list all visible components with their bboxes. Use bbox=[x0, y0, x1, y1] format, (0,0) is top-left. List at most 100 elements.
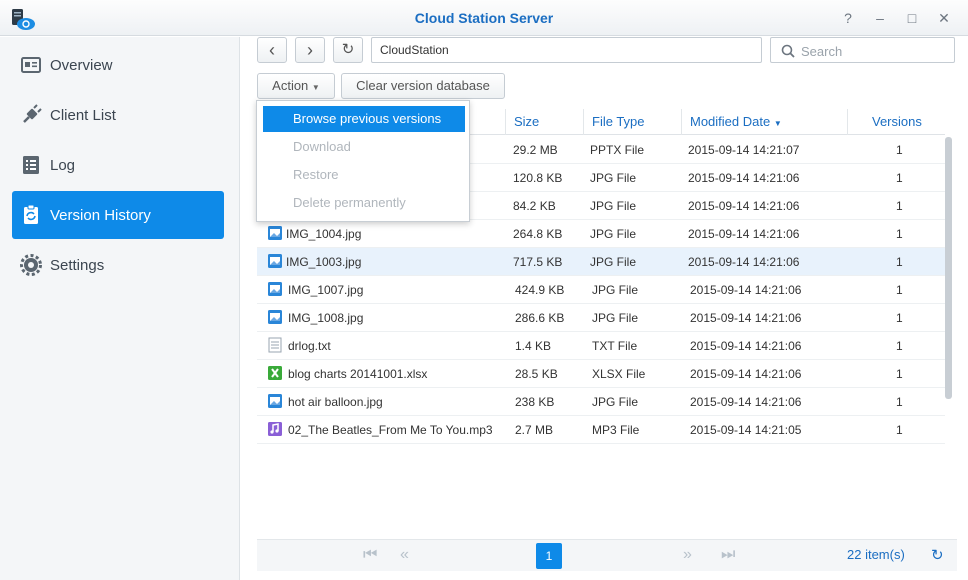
file-type: JPG File bbox=[590, 255, 637, 269]
file-size: 1.4 KB bbox=[515, 339, 552, 353]
modified-date: 2015-09-14 14:21:06 bbox=[690, 311, 802, 325]
version-count: 1 bbox=[896, 255, 903, 269]
sidebar-item-overview[interactable]: Overview bbox=[12, 41, 224, 89]
table-row[interactable]: 02_The Beatles_From Me To You.mp3 2.7 MB M… bbox=[257, 416, 945, 444]
table-row[interactable]: IMG_1007.jpg 424.9 KB JPG File 2015-09-14 1… bbox=[257, 276, 945, 304]
column-modified-date[interactable]: Modified Date ▼ bbox=[681, 109, 847, 135]
back-button[interactable]: ‹ bbox=[257, 37, 287, 63]
version-count: 1 bbox=[896, 423, 903, 437]
last-page-icon[interactable]: ⏭ bbox=[721, 546, 735, 564]
sidebar-item-settings[interactable]: Settings bbox=[12, 241, 224, 289]
file-size: 286.6 KB bbox=[515, 311, 565, 325]
mp3-file-icon bbox=[267, 421, 283, 437]
help-button[interactable]: ? bbox=[838, 8, 858, 28]
file-name: 02_The Beatles_From Me To You.mp3 bbox=[288, 423, 493, 437]
search-icon bbox=[781, 44, 795, 58]
version-count: 1 bbox=[896, 367, 903, 381]
maximize-button[interactable]: □ bbox=[902, 8, 922, 28]
table-row[interactable]: blog charts 20141001.xlsx 28.5 KB XLSX Fil… bbox=[257, 360, 945, 388]
action-button[interactable]: Action ▼ bbox=[257, 73, 335, 99]
sidebar: Overview Client List Log Version History… bbox=[0, 37, 240, 580]
xlsx-file-icon bbox=[267, 365, 283, 381]
modified-date: 2015-09-14 14:21:06 bbox=[690, 367, 802, 381]
menu-item-restore[interactable]: Restore bbox=[263, 162, 465, 188]
version-count: 1 bbox=[896, 227, 903, 241]
version-count: 1 bbox=[896, 199, 903, 213]
version-count: 1 bbox=[896, 339, 903, 353]
clear-version-database-button[interactable]: Clear version database bbox=[341, 73, 505, 99]
action-menu: Browse previous versions Download Restor… bbox=[256, 100, 470, 222]
sidebar-item-version-history[interactable]: Version History bbox=[12, 191, 224, 239]
scrollbar[interactable] bbox=[943, 135, 953, 555]
column-size[interactable]: Size bbox=[505, 109, 583, 135]
jpg-file-icon bbox=[267, 393, 283, 409]
sort-desc-icon: ▼ bbox=[773, 119, 782, 128]
version-count: 1 bbox=[896, 395, 903, 409]
file-size: 424.9 KB bbox=[515, 283, 565, 297]
table-row[interactable]: IMG_1008.jpg 286.6 KB JPG File 2015-09-14 1… bbox=[257, 304, 945, 332]
forward-button[interactable]: › bbox=[295, 37, 325, 63]
search-input[interactable]: Search bbox=[770, 37, 955, 63]
item-count: 22 item(s) bbox=[847, 547, 905, 562]
table-row[interactable]: hot air balloon.jpg 238 KB JPG File 2015-09… bbox=[257, 388, 945, 416]
sidebar-item-label: Version History bbox=[50, 207, 151, 224]
scrollbar-thumb[interactable] bbox=[945, 137, 952, 399]
file-size: 120.8 KB bbox=[513, 171, 563, 185]
file-size: 717.5 KB bbox=[513, 255, 563, 269]
modified-date: 2015-09-14 14:21:07 bbox=[688, 143, 800, 157]
file-size: 29.2 MB bbox=[513, 143, 558, 157]
modified-date: 2015-09-14 14:21:06 bbox=[688, 171, 800, 185]
column-versions[interactable]: Versions bbox=[847, 109, 945, 135]
table-row[interactable]: IMG_1003.jpg 717.5 KB JPG File 2015-09-14 1… bbox=[257, 248, 945, 276]
modified-date: 2015-09-14 14:21:06 bbox=[690, 283, 802, 297]
table-row[interactable]: IMG_1004.jpg 264.8 KB JPG File 2015-09-14 1… bbox=[257, 220, 945, 248]
file-name: IMG_1003.jpg bbox=[286, 255, 362, 269]
gear-icon bbox=[20, 254, 42, 276]
previous-page-icon[interactable]: « bbox=[400, 546, 409, 564]
log-icon bbox=[20, 154, 42, 176]
menu-item-download[interactable]: Download bbox=[263, 134, 465, 160]
next-page-icon[interactable]: » bbox=[683, 546, 692, 564]
sidebar-item-label: Settings bbox=[50, 257, 105, 274]
window-title: Cloud Station Server bbox=[414, 10, 554, 26]
refresh-button[interactable]: ↻ bbox=[333, 37, 363, 63]
chevron-down-icon: ▼ bbox=[311, 83, 320, 92]
file-name: IMG_1004.jpg bbox=[286, 227, 362, 241]
action-label: Action bbox=[272, 78, 309, 93]
jpg-file-icon bbox=[267, 225, 283, 241]
file-name: hot air balloon.jpg bbox=[288, 395, 383, 409]
file-type: JPG File bbox=[590, 199, 637, 213]
first-page-icon[interactable]: ⏮ bbox=[363, 546, 377, 564]
current-page[interactable]: 1 bbox=[536, 543, 562, 569]
column-file-type[interactable]: File Type bbox=[583, 109, 681, 135]
file-type: JPG File bbox=[590, 227, 637, 241]
file-type: JPG File bbox=[592, 311, 639, 325]
menu-item-delete-permanently[interactable]: Delete permanently bbox=[263, 190, 465, 216]
path-field[interactable]: CloudStation bbox=[371, 37, 762, 63]
file-name: IMG_1007.jpg bbox=[288, 283, 364, 297]
close-button[interactable]: ✕ bbox=[934, 8, 954, 28]
sidebar-item-label: Overview bbox=[50, 57, 113, 74]
file-type: JPG File bbox=[592, 395, 639, 409]
modified-date: 2015-09-14 14:21:06 bbox=[690, 339, 802, 353]
sidebar-item-log[interactable]: Log bbox=[12, 141, 224, 189]
menu-item-browse-previous-versions[interactable]: Browse previous versions bbox=[263, 106, 465, 132]
file-type: XLSX File bbox=[592, 367, 646, 381]
version-count: 1 bbox=[896, 143, 903, 157]
table-row[interactable]: drlog.txt 1.4 KB TXT File 2015-09-14 14:21:… bbox=[257, 332, 945, 360]
file-size: 84.2 KB bbox=[513, 199, 556, 213]
txt-file-icon bbox=[267, 337, 283, 353]
version-count: 1 bbox=[896, 311, 903, 325]
file-type: MP3 File bbox=[592, 423, 640, 437]
file-size: 238 KB bbox=[515, 395, 555, 409]
modified-date: 2015-09-14 14:21:06 bbox=[690, 395, 802, 409]
minimize-button[interactable]: – bbox=[870, 8, 890, 28]
file-type: TXT File bbox=[592, 339, 638, 353]
pagination-bar: ⏮ « 1 » ⏭ 22 item(s) ↻ bbox=[257, 539, 957, 571]
jpg-file-icon bbox=[267, 253, 283, 269]
modified-date: 2015-09-14 14:21:06 bbox=[688, 255, 800, 269]
nav-toolbar: ‹ › ↻ CloudStation Search bbox=[257, 37, 957, 67]
sidebar-item-client-list[interactable]: Client List bbox=[12, 91, 224, 139]
refresh-icon[interactable]: ↻ bbox=[931, 546, 944, 564]
modified-date: 2015-09-14 14:21:06 bbox=[688, 227, 800, 241]
